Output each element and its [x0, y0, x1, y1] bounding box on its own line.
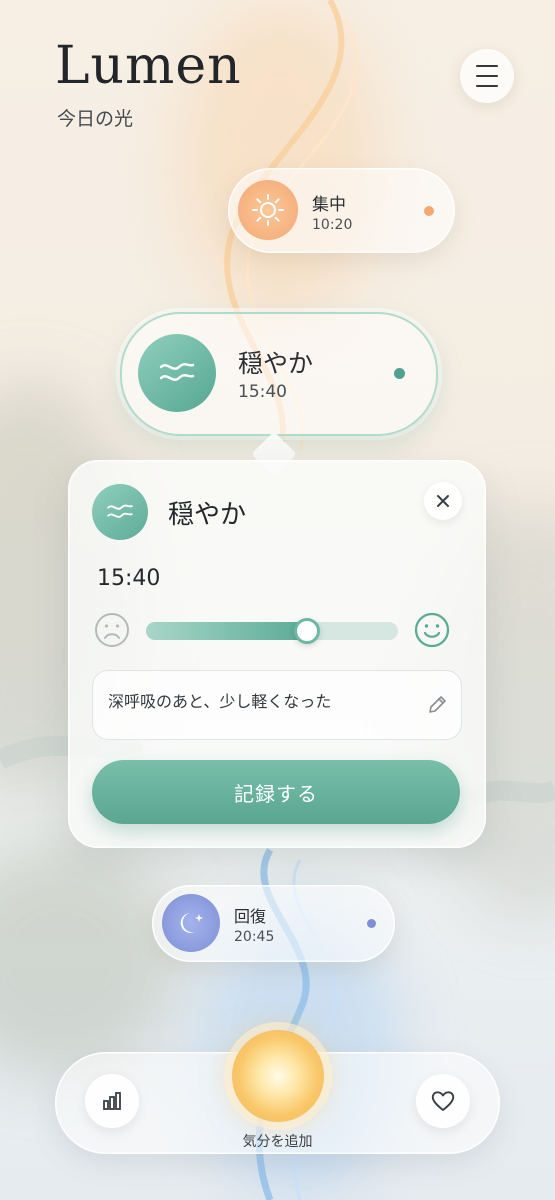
heart-icon [431, 1091, 455, 1111]
waves-icon [138, 334, 216, 412]
mood-time: 15:40 [238, 382, 287, 402]
mood-entry-recovery[interactable]: 回復 20:45 [152, 885, 395, 962]
status-dot [424, 206, 434, 216]
note-field[interactable]: 深呼吸のあと、少し軽くなった [92, 670, 462, 740]
mood-label: 穏やか [238, 349, 314, 378]
record-button[interactable]: 記録する [92, 760, 460, 824]
waves-icon [92, 484, 148, 540]
sun-icon [238, 180, 298, 240]
mood-label: 回復 [234, 907, 267, 926]
entry-time: 15:40 [97, 566, 161, 591]
close-icon [437, 495, 449, 507]
close-button[interactable] [424, 482, 462, 520]
menu-button[interactable] [460, 49, 514, 103]
add-mood-label: 気分を追加 [242, 1134, 313, 1150]
add-mood-button[interactable] [232, 1030, 324, 1122]
page-subtitle: 今日の光 [57, 108, 134, 130]
sad-face-icon [95, 613, 129, 647]
stats-button[interactable] [85, 1074, 139, 1128]
mood-time: 10:20 [312, 217, 353, 233]
mood-entry-calm[interactable]: 穏やか 15:40 [120, 312, 438, 436]
pencil-icon[interactable] [426, 694, 448, 716]
status-dot [394, 368, 405, 379]
card-title: 穏やか [168, 500, 247, 530]
favorites-button[interactable] [416, 1074, 470, 1128]
happy-face-icon [414, 612, 450, 648]
mood-time: 20:45 [234, 929, 275, 945]
menu-icon [476, 61, 498, 91]
mood-slider[interactable] [146, 618, 398, 644]
slider-handle[interactable] [294, 618, 320, 644]
status-dot [367, 919, 376, 928]
note-text: 深呼吸のあと、少し軽くなった [108, 692, 332, 711]
mood-label: 集中 [312, 195, 346, 215]
app-title: Lumen [55, 36, 242, 96]
mood-entry-focus[interactable]: 集中 10:20 [228, 168, 455, 253]
slider-fill [146, 622, 307, 640]
mood-detail-card: 穏やか 15:40 深呼吸のあと、少し軽くなった 記録する [68, 460, 486, 848]
moon-icon [162, 894, 220, 952]
bar-chart-icon [103, 1092, 121, 1110]
